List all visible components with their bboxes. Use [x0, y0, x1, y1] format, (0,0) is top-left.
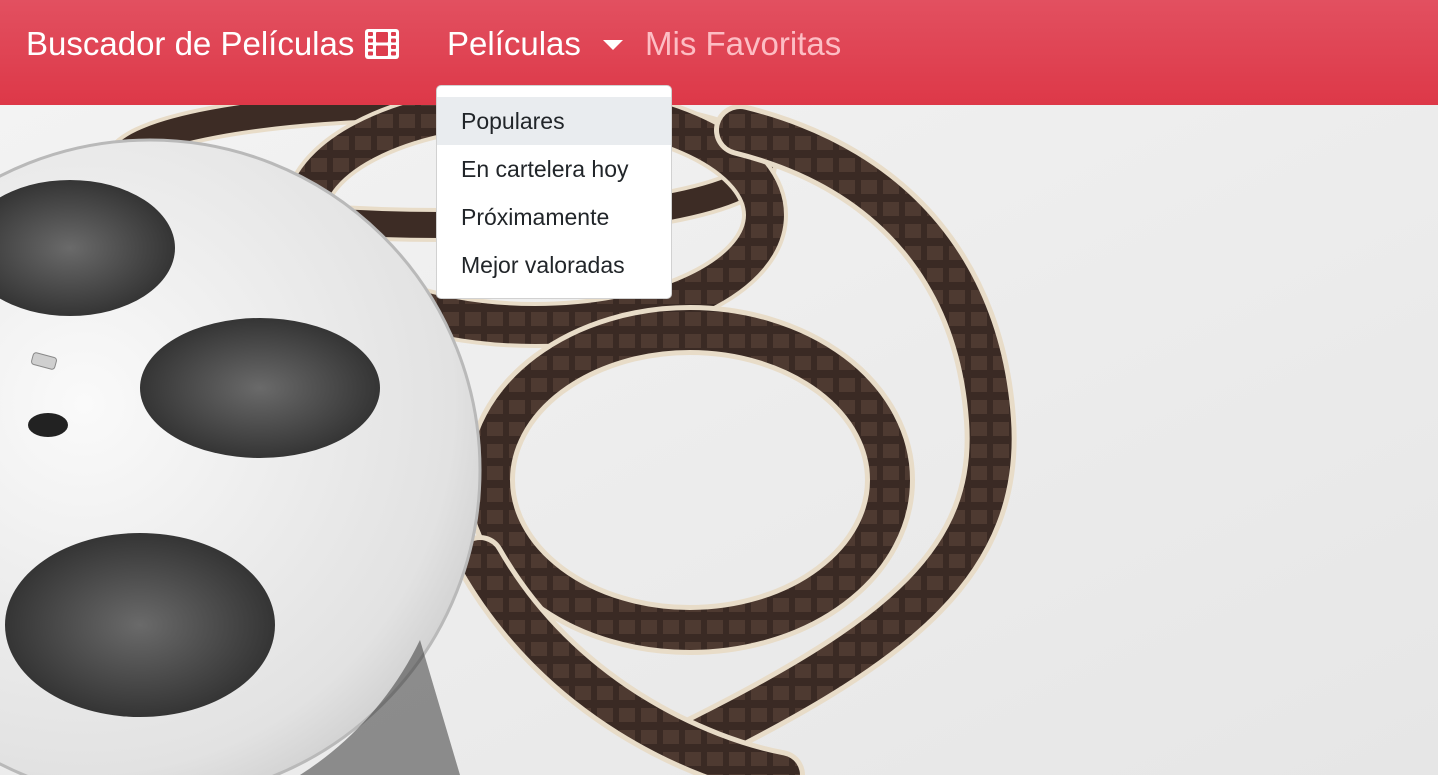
dropdown-item-en-cartelera-hoy[interactable]: En cartelera hoy [437, 145, 671, 193]
brand-label: Buscador de Películas [26, 25, 355, 62]
film-icon [365, 29, 400, 59]
peliculas-dropdown-toggle[interactable]: Películas [447, 24, 623, 64]
page: Buscador de Películas Películas Mis Favo… [0, 0, 1438, 775]
peliculas-dropdown-label: Películas [447, 25, 581, 62]
dropdown-item-mejor-valoradas[interactable]: Mejor valoradas [437, 241, 671, 289]
navbar: Buscador de Películas Películas Mis Favo… [0, 0, 1438, 105]
dropdown-item-populares[interactable]: Populares [437, 97, 671, 145]
dropdown-item-proximamente[interactable]: Próximamente [437, 193, 671, 241]
caret-down-icon [602, 40, 623, 50]
mis-favoritas-link[interactable]: Mis Favoritas [645, 24, 841, 64]
brand-link[interactable]: Buscador de Películas [26, 24, 400, 64]
peliculas-dropdown-menu: Populares En cartelera hoy Próximamente … [436, 85, 672, 299]
film-reel-hero-image [0, 105, 1438, 775]
